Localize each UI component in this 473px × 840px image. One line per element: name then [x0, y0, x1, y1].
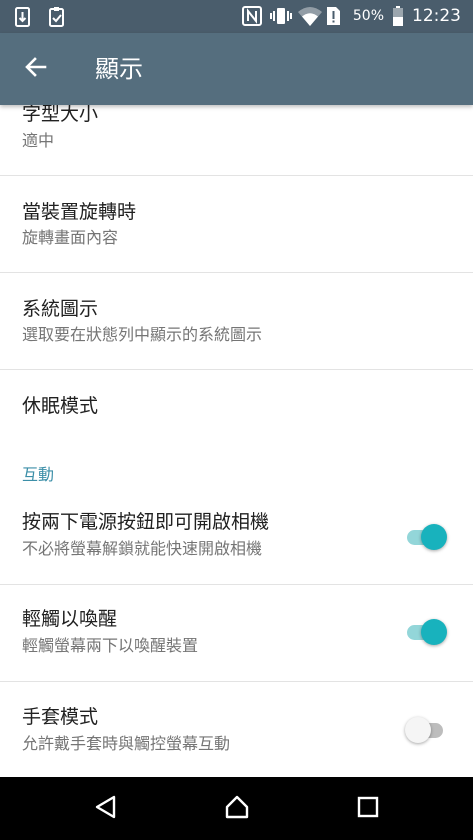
setting-subtitle: 選取要在狀態列中顯示的系統圖示 — [22, 325, 263, 344]
recents-square-icon — [357, 796, 379, 822]
setting-subtitle: 旋轉畫面內容 — [22, 228, 119, 247]
sim-alert-icon — [325, 5, 345, 27]
setting-subtitle: 不必將螢幕解鎖就能快速開啟相機 — [22, 539, 263, 558]
setting-title: 系統圖示 — [22, 298, 99, 320]
setting-font-size[interactable]: 字型大小 適中 — [0, 105, 473, 175]
setting-glove-mode[interactable]: 手套模式 允許戴手套時與觸控螢幕互動 — [0, 682, 473, 777]
home-circle-icon — [223, 793, 251, 825]
battery-percent: 50% — [352, 8, 384, 24]
setting-subtitle: 輕觸螢幕兩下以喚醒裝置 — [22, 636, 199, 655]
setting-title: 休眠模式 — [22, 395, 99, 417]
arrow-left-icon — [23, 54, 49, 84]
setting-title: 字型大小 — [22, 105, 99, 125]
back-button[interactable] — [20, 53, 52, 85]
setting-subtitle: 允許戴手套時與觸控螢幕互動 — [22, 734, 231, 753]
switch-thumb — [421, 524, 447, 550]
setting-title: 按兩下電源按鈕即可開啟相機 — [22, 511, 270, 533]
setting-system-icons[interactable]: 系統圖示 選取要在狀態列中顯示的系統圖示 — [0, 273, 473, 369]
setting-double-press-camera[interactable]: 按兩下電源按鈕即可開啟相機 不必將螢幕解鎖就能快速開啟相機 — [0, 490, 473, 584]
status-bar: 50% 12:23 — [0, 0, 473, 33]
clipboard-check-icon — [48, 6, 68, 28]
setting-tap-to-wake[interactable]: 輕觸以喚醒 輕觸螢幕兩下以喚醒裝置 — [0, 585, 473, 681]
nav-back-button[interactable] — [88, 791, 124, 827]
nav-recents-button[interactable] — [350, 791, 386, 827]
navigation-bar — [0, 777, 473, 840]
page-title: 顯示 — [95, 55, 143, 83]
sd-card-icon — [14, 6, 34, 28]
glove-mode-toggle-switch[interactable] — [405, 717, 447, 743]
setting-rotation[interactable]: 當裝置旋轉時 旋轉畫面內容 — [0, 176, 473, 272]
clock: 12:23 — [412, 6, 461, 26]
nav-home-button[interactable] — [219, 791, 255, 827]
battery-icon — [392, 5, 404, 27]
section-header-interaction: 互動 — [22, 465, 55, 484]
wifi-icon — [297, 5, 322, 27]
vibrate-icon — [269, 5, 292, 27]
nfc-icon — [241, 5, 262, 27]
setting-sleep-mode[interactable]: 休眠模式 — [0, 370, 473, 446]
tap-to-wake-toggle-switch[interactable] — [405, 619, 447, 645]
switch-thumb — [421, 619, 447, 645]
app-bar: 顯示 — [0, 33, 473, 105]
setting-title: 輕觸以喚醒 — [22, 608, 118, 630]
back-triangle-icon — [93, 794, 119, 824]
camera-toggle-switch[interactable] — [405, 524, 447, 550]
setting-title: 當裝置旋轉時 — [22, 201, 137, 223]
settings-list: 字型大小 適中 當裝置旋轉時 旋轉畫面內容 系統圖示 選取要在狀態列中顯示的系統… — [0, 105, 473, 777]
setting-subtitle: 適中 — [22, 131, 55, 150]
setting-title: 手套模式 — [22, 706, 99, 728]
switch-thumb — [405, 717, 431, 743]
